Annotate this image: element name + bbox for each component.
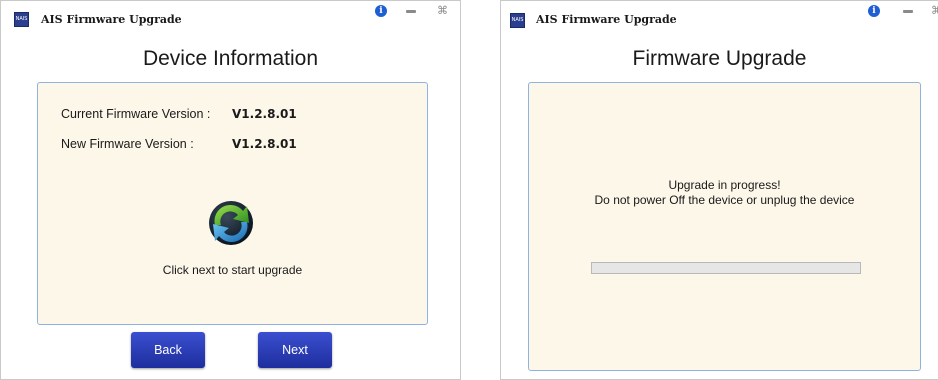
next-button[interactable]: Next — [258, 332, 332, 368]
back-button[interactable]: Back — [131, 332, 205, 368]
page-title: Device Information — [142, 47, 319, 70]
window-title: AIS Firmware Upgrade — [41, 13, 182, 26]
new-firmware-label: New Firmware Version : — [61, 137, 194, 151]
current-firmware-label: Current Firmware Version : — [61, 107, 211, 121]
status-line-2: Do not power Off the device or unplug th… — [594, 193, 855, 207]
progress-panel: Upgrade in progress! Do not power Off th… — [528, 82, 921, 371]
app-icon: NAIS — [14, 12, 29, 27]
new-firmware-value: V1.2.8.01 — [232, 137, 297, 151]
close-icon[interactable]: ⌘ — [931, 5, 938, 19]
title-bar: NAIS AIS Firmware Upgrade i ⌘ — [1, 1, 460, 39]
minimize-icon[interactable] — [406, 10, 416, 13]
window-title: AIS Firmware Upgrade — [536, 13, 677, 26]
app-icon: NAIS — [510, 13, 525, 28]
title-bar: NAIS AIS Firmware Upgrade i ⌘ — [501, 1, 938, 39]
current-firmware-value: V1.2.8.01 — [232, 107, 297, 121]
device-information-window: NAIS AIS Firmware Upgrade i ⌘ Device Inf… — [0, 0, 461, 380]
progress-bar — [591, 262, 861, 274]
instruction-text: Click next to start upgrade — [162, 263, 303, 277]
firmware-upgrade-window: NAIS AIS Firmware Upgrade i ⌘ Firmware U… — [500, 0, 938, 380]
info-panel: Current Firmware Version : V1.2.8.01 New… — [37, 82, 428, 325]
upgrade-icon — [209, 201, 253, 245]
status-line-1: Upgrade in progress! — [668, 178, 781, 192]
page-title: Firmware Upgrade — [632, 47, 807, 70]
info-icon[interactable]: i — [868, 5, 880, 17]
minimize-icon[interactable] — [903, 10, 913, 13]
info-icon[interactable]: i — [375, 5, 387, 17]
close-icon[interactable]: ⌘ — [437, 5, 448, 19]
